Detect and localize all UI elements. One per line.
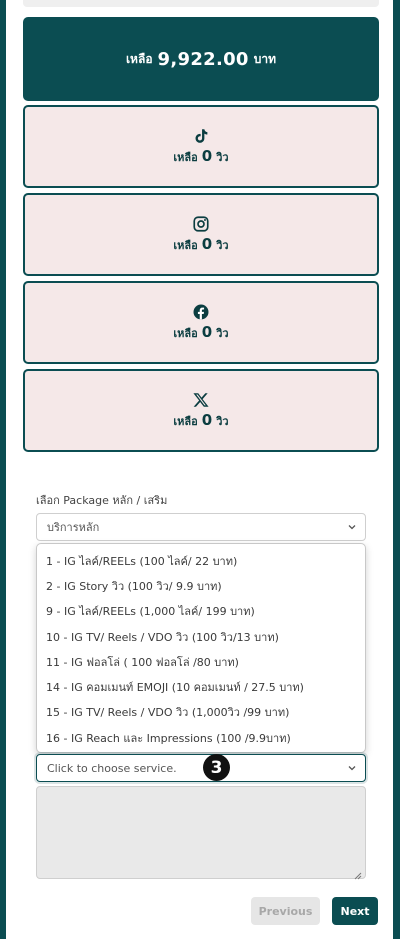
package-select[interactable]: บริการหลัก [36,513,366,541]
service-select-placeholder: Click to choose service. [47,761,177,775]
stat-prefix: เหลือ [173,151,198,164]
balance-prefix: เหลือ [125,51,153,66]
previous-button[interactable]: Previous [251,897,320,925]
facebook-card: เหลือ 0 วิว [23,281,379,364]
service-select[interactable]: Click to choose service. [36,754,366,782]
stat-suffix: วิว [216,327,229,340]
service-dropdown-list: 1 - IG ไลค์/REELs (100 ไลค์/ 22 บาท) 2 -… [36,543,366,753]
service-option[interactable]: 11 - IG ฟอลโล่ ( 100 ฟอลโล่ /80 บาท) [37,649,365,674]
service-option[interactable]: 16 - IG Reach และ Impressions (100 /9.9บ… [37,725,365,750]
x-card: เหลือ 0 วิว [23,369,379,452]
instagram-icon [192,215,210,233]
facebook-icon [192,303,210,321]
x-icon [192,391,210,409]
instagram-card: เหลือ 0 วิว [23,193,379,276]
service-option[interactable]: 14 - IG คอมเมนท์ EMOJI (10 คอมเมนท์ / 27… [37,674,365,699]
service-option[interactable]: 2 - IG Story วิว (100 วิว/ 9.9 บาท) [37,573,365,598]
tiktok-icon [192,127,210,145]
stat-suffix: วิว [216,239,229,252]
stat-prefix: เหลือ [173,327,198,340]
stat-prefix: เหลือ [173,415,198,428]
service-option[interactable]: 10 - IG TV/ Reels / VDO วิว (100 วิว/13 … [37,624,365,649]
service-option[interactable]: 15 - IG TV/ Reels / VDO วิว (1,000วิว /9… [37,700,365,725]
balance-card: เหลือ 9,922.00 บาท [23,17,379,101]
resize-grip-icon[interactable] [352,865,362,880]
package-select-value: บริการหลัก [47,521,100,534]
tiktok-card: เหลือ 0 วิว [23,105,379,188]
stat-count: 0 [201,411,213,429]
balance-suffix: บาท [253,51,277,66]
stat-count: 0 [201,235,213,253]
details-textarea[interactable] [36,786,366,880]
stat-count: 0 [201,323,213,341]
top-strip [23,0,379,7]
stat-suffix: วิว [216,151,229,164]
package-label: เลือก Package หลัก / เสริม [36,494,168,507]
service-option[interactable]: 1 - IG ไลค์/REELs (100 ไลค์/ 22 บาท) [37,548,365,573]
chevron-down-icon [347,763,357,773]
stat-prefix: เหลือ [173,239,198,252]
chevron-down-icon [347,522,357,532]
service-option[interactable]: 9 - IG ไลค์/REELs (1,000 ไลค์/ 199 บาท) [37,599,365,624]
stat-count: 0 [201,147,213,165]
step-number-badge: 3 [203,754,230,781]
balance-amount: 9,922.00 [157,48,249,70]
stat-suffix: วิว [216,415,229,428]
next-button[interactable]: Next [332,897,378,925]
